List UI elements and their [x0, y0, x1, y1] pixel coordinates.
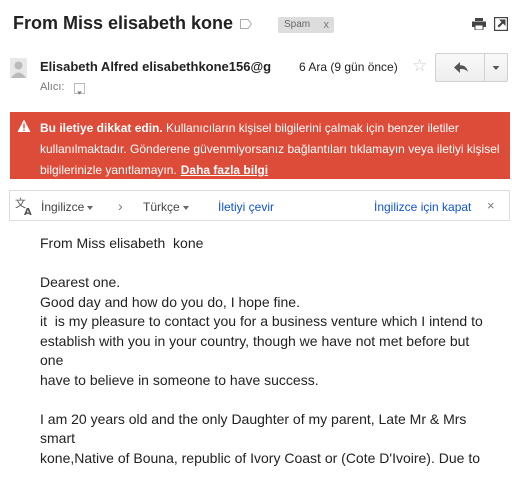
remove-label-button[interactable]: x	[324, 17, 330, 33]
warning-icon	[17, 119, 31, 132]
spam-label-badge[interactable]: Spam x	[278, 17, 334, 33]
chevron-down-icon	[182, 205, 189, 210]
print-icon[interactable]	[472, 18, 486, 30]
spam-label-text: Spam	[284, 19, 311, 30]
svg-text:A: A	[24, 207, 32, 216]
recipient-label: Alıcı:	[40, 81, 65, 93]
source-language-label: İngilizce	[41, 200, 85, 214]
email-subject: From Miss elisabeth kone	[13, 13, 234, 33]
learn-more-link[interactable]: Daha fazla bilgi	[181, 163, 268, 177]
chevron-down-icon	[492, 66, 500, 70]
turn-off-translation-link[interactable]: İngilizce için kapat	[374, 200, 471, 214]
translate-message-link[interactable]: İletiyi çevir	[218, 200, 274, 214]
reply-button[interactable]	[435, 53, 485, 82]
source-language-select[interactable]: İngilizce	[41, 200, 94, 214]
sender-name[interactable]: Elisabeth Alfred elisabethkone156@g	[40, 59, 296, 74]
recipient-details-toggle[interactable]	[74, 83, 85, 95]
chevron-right-icon: ›	[118, 198, 123, 214]
label-outline-icon[interactable]	[240, 19, 252, 29]
translate-icon: 文 A	[15, 196, 32, 216]
chevron-down-icon	[87, 205, 94, 210]
warning-title: Bu iletiye dikkat edin.	[40, 121, 163, 135]
warning-text: Bu iletiye dikkat edin. Kullanıcıların k…	[40, 118, 505, 181]
star-icon[interactable]: ☆	[412, 56, 427, 76]
target-language-label: Türkçe	[143, 200, 180, 214]
new-window-icon[interactable]	[494, 17, 508, 31]
reply-icon	[454, 62, 468, 73]
chevron-down-icon	[77, 91, 82, 95]
more-actions-button[interactable]	[484, 53, 508, 82]
target-language-select[interactable]: Türkçe	[143, 200, 189, 214]
message-body: From Miss elisabeth kone Dearest one. Go…	[40, 235, 483, 466]
message-date: 6 Ara (9 gün önce)	[299, 60, 398, 74]
close-icon[interactable]: ×	[487, 198, 495, 213]
avatar[interactable]	[10, 58, 27, 78]
